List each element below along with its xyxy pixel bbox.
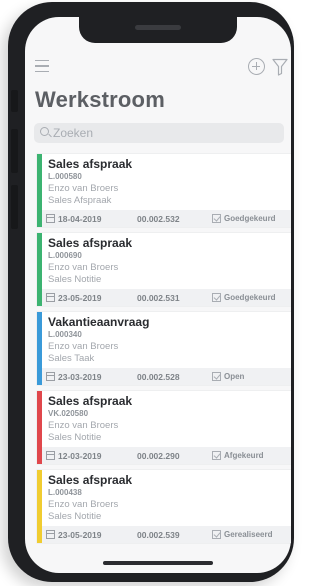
- card-code: L.000690: [48, 251, 82, 260]
- volume-down-button: [11, 185, 18, 229]
- card-person: Enzo van Broers: [48, 183, 119, 194]
- notch: [79, 17, 237, 43]
- card-footer: 18-04-2019 00.002.532 Goedgekeurd: [42, 210, 291, 227]
- checkbox-icon: [212, 372, 221, 381]
- card-amount: 00.002.531: [137, 293, 180, 303]
- card-footer: 23-05-2019 00.002.539 Gerealiseerd: [42, 526, 291, 543]
- add-icon[interactable]: [248, 58, 265, 75]
- card-person: Enzo van Broers: [48, 341, 119, 352]
- card-person: Enzo van Broers: [48, 262, 119, 273]
- filter-icon[interactable]: [272, 58, 288, 76]
- card-code: L.000580: [48, 172, 82, 181]
- workflow-card[interactable]: Sales afspraak L.000580 Enzo van Broers …: [37, 154, 291, 227]
- card-type: Sales Taak: [48, 353, 95, 364]
- card-footer: 12-03-2019 00.002.290 Afgekeurd: [42, 447, 291, 464]
- workflow-card[interactable]: Vakantieaanvraag L.000340 Enzo van Broer…: [37, 312, 291, 385]
- workflow-card[interactable]: Sales afspraak L.000690 Enzo van Broers …: [37, 233, 291, 306]
- workflow-list: Sales afspraak L.000580 Enzo van Broers …: [37, 154, 291, 549]
- workflow-card[interactable]: Sales afspraak L.000438 Enzo van Broers …: [37, 470, 291, 543]
- card-title: Sales afspraak: [48, 473, 133, 487]
- calendar-icon: [46, 214, 55, 223]
- phone-frame: Werkstroom Zoeken Sales afspraak L.00058…: [8, 2, 294, 582]
- calendar-icon: [46, 451, 55, 460]
- speaker-grille: [135, 25, 181, 30]
- search-input[interactable]: Zoeken: [34, 123, 284, 143]
- card-date: 23-03-2019: [58, 372, 102, 382]
- checkbox-icon: [212, 214, 221, 223]
- checkbox-icon: [212, 293, 221, 302]
- card-title: Sales afspraak: [48, 236, 133, 250]
- home-indicator[interactable]: [103, 561, 213, 565]
- card-status: Goedgekeurd: [224, 214, 276, 223]
- card-status: Open: [224, 372, 245, 381]
- checkbox-icon: [212, 530, 221, 539]
- card-status: Afgekeurd: [224, 451, 264, 460]
- calendar-icon: [46, 530, 55, 539]
- card-type: Sales Notitie: [48, 432, 102, 443]
- app-screen: Werkstroom Zoeken Sales afspraak L.00058…: [25, 17, 291, 573]
- card-amount: 00.002.290: [137, 451, 180, 461]
- card-date: 12-03-2019: [58, 451, 102, 461]
- search-icon: [40, 127, 49, 136]
- card-title: Vakantieaanvraag: [48, 315, 150, 329]
- top-bar: [25, 55, 291, 81]
- page-title: Werkstroom: [35, 87, 165, 112]
- card-code: VK.020580: [48, 409, 89, 418]
- volume-up-button: [11, 129, 18, 173]
- menu-icon[interactable]: [35, 60, 49, 72]
- card-code: L.000438: [48, 488, 82, 497]
- card-person: Enzo van Broers: [48, 420, 119, 431]
- calendar-icon: [46, 372, 55, 381]
- card-amount: 00.002.532: [137, 214, 180, 224]
- card-person: Enzo van Broers: [48, 499, 119, 510]
- card-status: Gerealiseerd: [224, 530, 273, 539]
- mute-switch: [11, 90, 18, 112]
- search-placeholder: Zoeken: [53, 126, 94, 140]
- card-status: Goedgekeurd: [224, 293, 276, 302]
- card-amount: 00.002.528: [137, 372, 180, 382]
- card-date: 23-05-2019: [58, 530, 102, 540]
- card-footer: 23-05-2019 00.002.531 Goedgekeurd: [42, 289, 291, 306]
- checkbox-icon: [212, 451, 221, 460]
- card-code: L.000340: [48, 330, 82, 339]
- card-date: 23-05-2019: [58, 293, 102, 303]
- card-type: Sales Notitie: [48, 511, 102, 522]
- card-type: Sales Afspraak: [48, 195, 112, 206]
- card-date: 18-04-2019: [58, 214, 102, 224]
- card-type: Sales Notitie: [48, 274, 102, 285]
- card-footer: 23-03-2019 00.002.528 Open: [42, 368, 291, 385]
- card-title: Sales afspraak: [48, 157, 133, 171]
- card-title: Sales afspraak: [48, 394, 133, 408]
- card-amount: 00.002.539: [137, 530, 180, 540]
- workflow-card[interactable]: Sales afspraak VK.020580 Enzo van Broers…: [37, 391, 291, 464]
- calendar-icon: [46, 293, 55, 302]
